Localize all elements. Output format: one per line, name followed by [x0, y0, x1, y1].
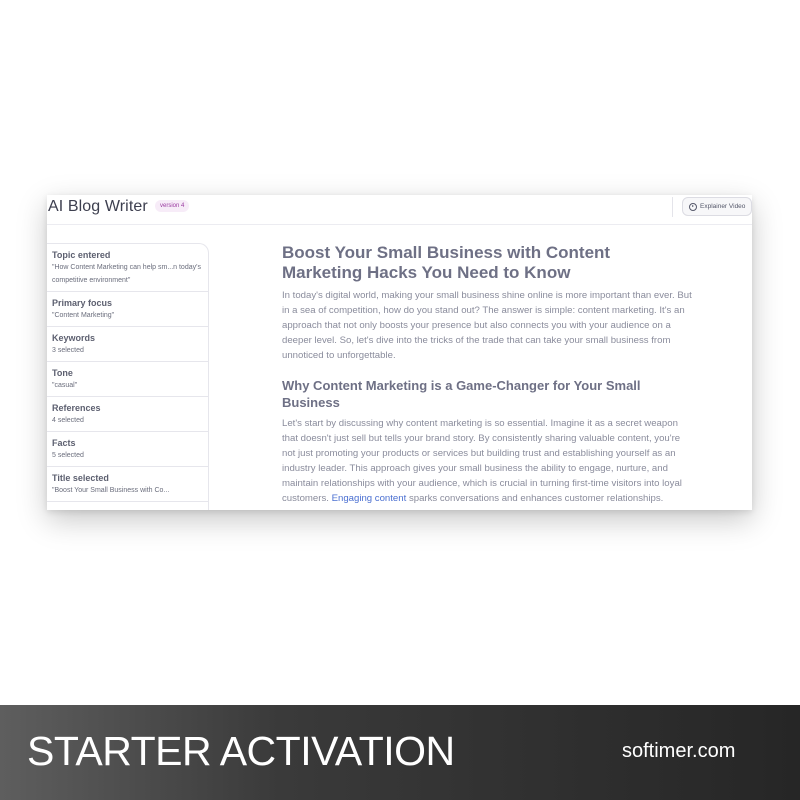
topbar-divider [672, 197, 673, 217]
sidebar-item-label: Tone [52, 368, 73, 378]
sidebar-item-value: 3 selected [52, 347, 84, 354]
sidebar-item-value: "Boost Your Small Business with Co... [52, 487, 170, 494]
play-circle-icon [689, 202, 697, 211]
sidebar-item-label: Topic entered [52, 250, 111, 260]
sidebar-item-value: "casual" [52, 382, 78, 389]
sidebar-item-tone[interactable]: Tone "casual" [47, 362, 208, 397]
section-body-text-end: sparks conversations and enhances custom… [406, 493, 664, 504]
top-bar: AI Blog Writer version 4 Explainer Video [47, 195, 752, 225]
footer-site: softimer.com [622, 740, 736, 762]
sidebar-item-label: References [52, 403, 101, 413]
sidebar-item-label: Title selected [52, 473, 109, 483]
sidebar-item-value: 5 selected [52, 452, 84, 459]
sidebar-item-value: "Content Marketing" [52, 312, 115, 319]
section-body-text: Let's start by discussing why content ma… [282, 418, 682, 504]
settings-sidebar: Topic entered "How Content Marketing can… [47, 243, 209, 510]
sidebar-item-label: Keywords [52, 333, 96, 343]
sidebar-item-keywords[interactable]: Keywords 3 selected [47, 327, 208, 362]
sidebar-item-label: Facts [52, 438, 76, 448]
sidebar-item-label: Primary focus [52, 298, 113, 308]
sidebar-item-title-selected[interactable]: Title selected "Boost Your Small Busines… [47, 467, 208, 502]
section-body: Let's start by discussing why content ma… [282, 416, 692, 506]
app-title: AI Blog Writer [48, 198, 148, 215]
footer-title: STARTER ACTIVATION [27, 728, 455, 774]
app-window: AI Blog Writer version 4 Explainer Video… [47, 195, 752, 510]
sidebar-item-facts[interactable]: Facts 5 selected [47, 432, 208, 467]
sidebar-item-topic[interactable]: Topic entered "How Content Marketing can… [47, 244, 208, 292]
sidebar-item-value: "How Content Marketing can help sm...n t… [52, 264, 201, 284]
version-badge: version 4 [155, 200, 190, 212]
engaging-content-link[interactable]: Engaging content [332, 493, 407, 504]
article-title: Boost Your Small Business with Content M… [282, 243, 611, 282]
article-intro: In today's digital world, making your sm… [282, 290, 692, 361]
sidebar-item-primary-focus[interactable]: Primary focus "Content Marketing" [47, 292, 208, 327]
section-heading: Why Content Marketing is a Game-Changer … [282, 378, 641, 410]
article-content: Boost Your Small Business with Content M… [282, 243, 692, 506]
sidebar-item-value: 4 selected [52, 417, 84, 424]
explainer-video-button[interactable]: Explainer Video [682, 197, 752, 216]
explainer-video-label: Explainer Video [700, 203, 746, 210]
footer-banner: STARTER ACTIVATION softimer.com [0, 705, 800, 800]
sidebar-item-references[interactable]: References 4 selected [47, 397, 208, 432]
